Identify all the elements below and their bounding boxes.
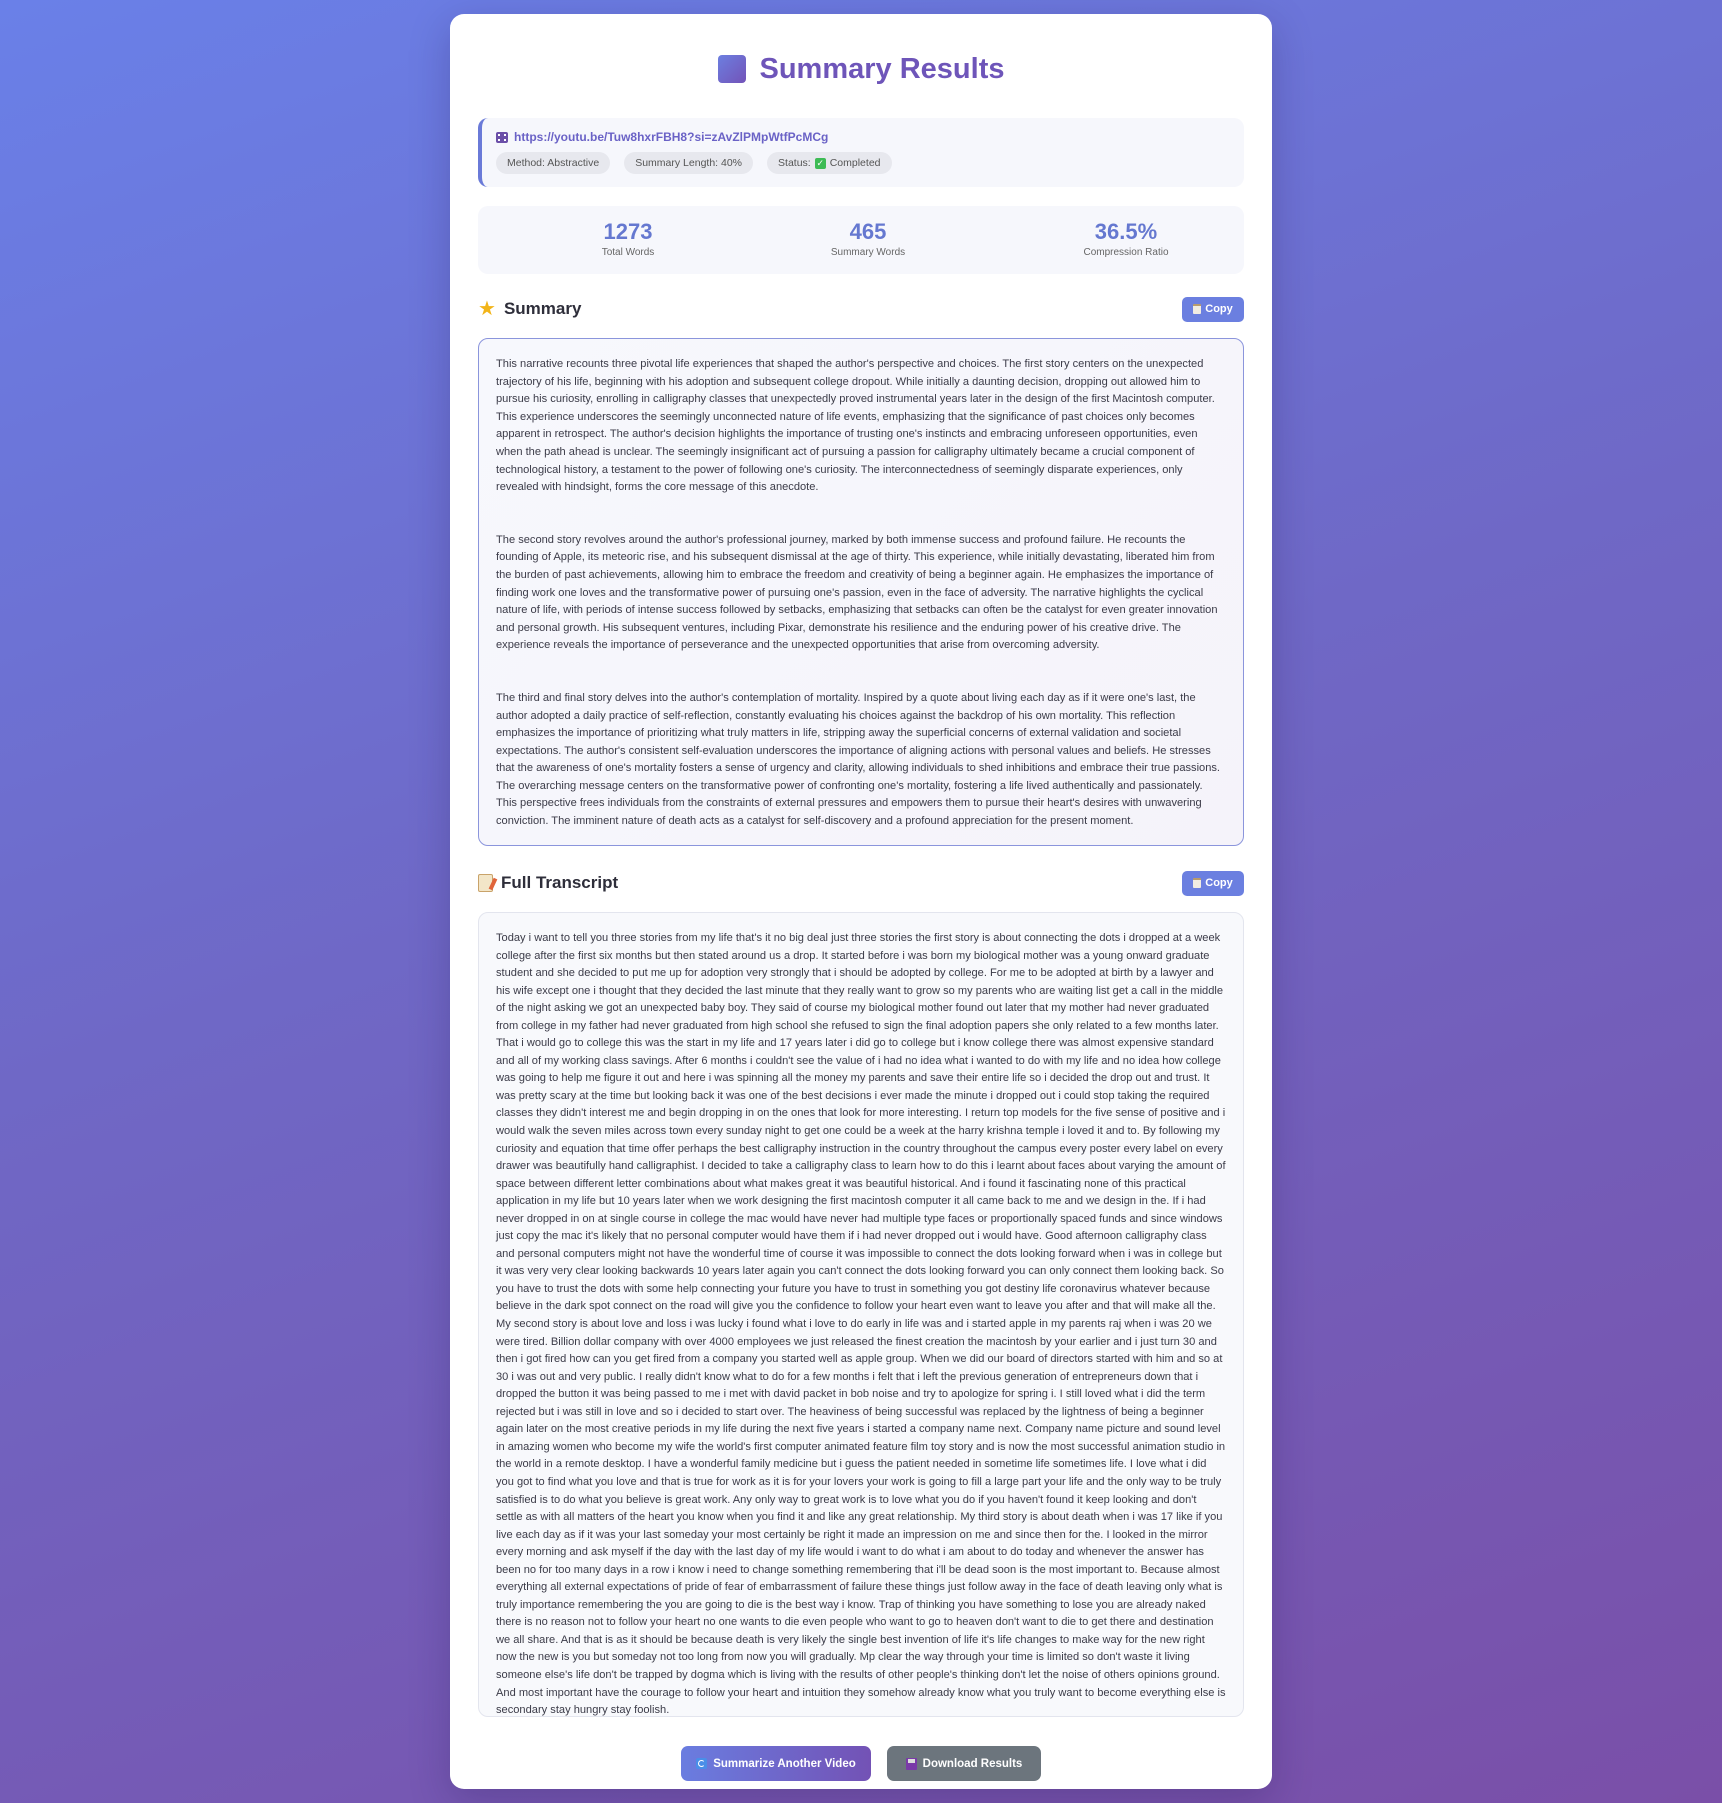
stat-value: 465 bbox=[849, 219, 887, 244]
clipboard-icon bbox=[1193, 304, 1202, 314]
stat-value: 1273 bbox=[603, 219, 653, 244]
floppy-disk-icon bbox=[905, 1757, 917, 1770]
clipboard-icon bbox=[1193, 878, 1202, 888]
info-chips: Method: Abstractive Summary Length: 40% … bbox=[496, 152, 1228, 174]
download-label: Download Results bbox=[922, 1757, 1023, 1770]
summarize-another-button[interactable]: Summarize Another Video bbox=[681, 1746, 871, 1781]
action-buttons: Summarize Another Video Download Results bbox=[478, 1746, 1244, 1781]
transcript-text: Today i want to tell you three stories f… bbox=[496, 932, 1226, 1717]
transcript-text-box[interactable]: Today i want to tell you three stories f… bbox=[478, 912, 1244, 1717]
summary-text-box: This narrative recounts three pivotal li… bbox=[478, 338, 1244, 846]
results-card: Summary Results https://youtu.be/Tuw8hxr… bbox=[450, 14, 1272, 1789]
method-badge: Method: Abstractive bbox=[496, 152, 611, 174]
page-header: Summary Results bbox=[478, 44, 1244, 94]
transcript-header: Full Transcript Copy bbox=[478, 868, 1244, 898]
copy-transcript-button[interactable]: Copy bbox=[1182, 870, 1244, 896]
video-info-panel: https://youtu.be/Tuw8hxrFBH8?si=zAvZlPMp… bbox=[478, 118, 1244, 187]
summary-length-badge: Summary Length: 40% bbox=[624, 152, 754, 174]
star-icon: ★ bbox=[478, 298, 496, 320]
stat-label: Total Words bbox=[601, 247, 655, 258]
memo-icon bbox=[478, 874, 493, 892]
video-url-link[interactable]: https://youtu.be/Tuw8hxrFBH8?si=zAvZlPMp… bbox=[514, 130, 828, 144]
film-icon bbox=[496, 131, 508, 143]
page-title: Summary Results bbox=[759, 52, 1005, 85]
stats-panel: 1273 Total Words 465 Summary Words 36.5%… bbox=[478, 206, 1244, 274]
copy-label: Copy bbox=[1205, 877, 1233, 889]
stat-label: Compression Ratio bbox=[1083, 247, 1169, 258]
square-icon bbox=[717, 55, 746, 83]
summary-title: ★ Summary bbox=[478, 299, 581, 319]
stat-value: 36.5% bbox=[1094, 219, 1158, 244]
status-value: Completed bbox=[829, 157, 881, 169]
transcript-heading: Full Transcript bbox=[501, 873, 619, 892]
summary-paragraph: This narrative recounts three pivotal li… bbox=[496, 358, 1215, 494]
check-icon: ✓ bbox=[814, 157, 826, 169]
copy-label: Copy bbox=[1205, 303, 1233, 315]
summary-header: ★ Summary Copy bbox=[478, 294, 1244, 324]
copy-summary-button[interactable]: Copy bbox=[1182, 296, 1244, 322]
status-badge: Status: ✓ Completed bbox=[767, 152, 892, 174]
transcript-title: Full Transcript bbox=[478, 873, 618, 893]
stat-label: Summary Words bbox=[830, 247, 906, 258]
refresh-icon bbox=[696, 1758, 708, 1769]
summary-heading: Summary bbox=[503, 299, 582, 318]
status-label: Status: bbox=[778, 157, 811, 169]
stat-total-words: 1273 Total Words bbox=[556, 219, 700, 259]
video-url-row: https://youtu.be/Tuw8hxrFBH8?si=zAvZlPMp… bbox=[496, 130, 1228, 144]
summary-paragraph: The third and final story delves into th… bbox=[496, 691, 1221, 828]
summarize-another-label: Summarize Another Video bbox=[713, 1757, 856, 1770]
stat-compression-ratio: 36.5% Compression Ratio bbox=[1044, 219, 1208, 259]
download-results-button[interactable]: Download Results bbox=[887, 1746, 1041, 1781]
stat-summary-words: 465 Summary Words bbox=[796, 219, 940, 259]
summary-paragraph: The second story revolves around the aut… bbox=[496, 533, 1218, 652]
